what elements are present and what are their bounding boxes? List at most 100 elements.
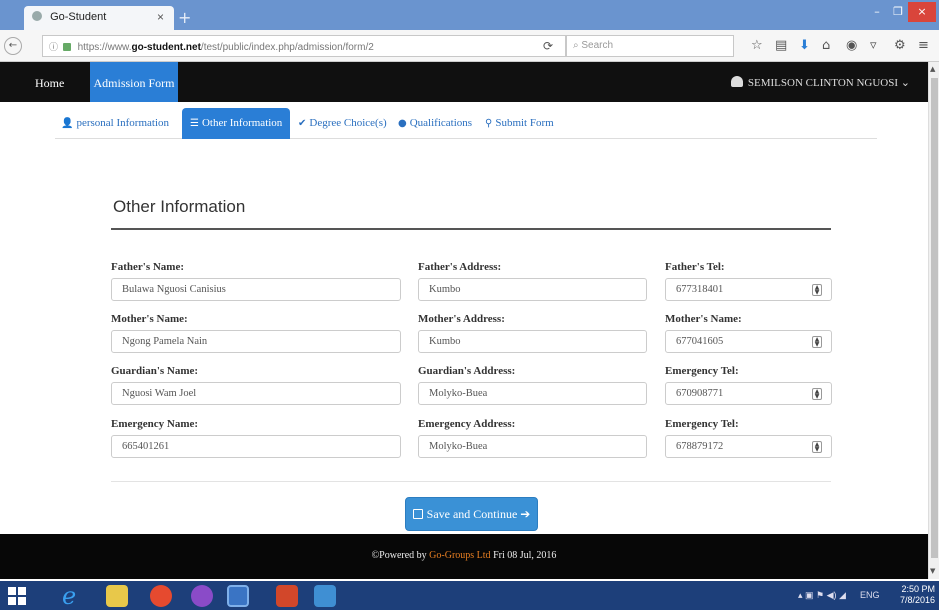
check-icon: ✔	[298, 118, 307, 129]
app-navbar: Home Admission Form SEMILSON CLINTON NGU…	[0, 62, 928, 102]
mothers-tel-input[interactable]: 677041605 ▲ ▼	[665, 330, 832, 353]
scroll-up-icon[interactable]: ▲	[930, 65, 935, 73]
nav-home-link[interactable]: Home	[35, 76, 64, 91]
field-label: Father's Name:	[111, 261, 185, 273]
new-tab-icon[interactable]: +	[178, 8, 191, 27]
windows-taskbar: e ▴ ▣ ⚑ ◀) ◢ ENG 2:50 PM 7/8/2016	[0, 581, 939, 610]
scroll-thumb[interactable]	[931, 78, 938, 558]
browser-titlebar: Go-Student × + – ❐ ×	[0, 0, 939, 30]
pin-icon: ⚲	[485, 118, 493, 129]
tab-label: Submit Form	[495, 117, 554, 129]
url-domain: go-student.net	[131, 42, 201, 53]
form-steps-tabs: 👤 personal Information ☰ Other Information…	[55, 108, 877, 139]
scroll-down-icon[interactable]: ▼	[930, 567, 935, 575]
field-value: Kumbo	[429, 336, 461, 347]
field-value: Ngong Pamela Nain	[122, 336, 208, 347]
home-icon[interactable]: ⌂	[822, 38, 830, 53]
emergency-tel-input[interactable]: 670908771 ▲ ▼	[665, 382, 832, 405]
stepper-icon[interactable]: ▲ ▼	[812, 441, 822, 453]
url-path: /test/public/index.php/admission/form/2	[200, 42, 374, 53]
back-icon[interactable]: ←	[4, 37, 22, 55]
user-icon	[731, 76, 744, 87]
fathers-address-input[interactable]: Kumbo	[418, 278, 647, 301]
reload-icon[interactable]: ⟳	[543, 39, 553, 53]
emergency-tel-2-input[interactable]: 678879172 ▲ ▼	[665, 435, 832, 458]
taskbar-clock[interactable]: 2:50 PM 7/8/2016	[880, 584, 935, 606]
favicon-icon	[32, 11, 42, 21]
stepper-icon[interactable]: ▲ ▼	[812, 284, 822, 296]
window-minimize-button[interactable]: –	[866, 2, 888, 22]
powerpoint-icon[interactable]	[276, 585, 298, 607]
window-close-button[interactable]: ×	[908, 2, 936, 22]
field-value: Kumbo	[429, 284, 461, 295]
tab-label: Qualifications	[409, 117, 473, 129]
fathers-name-input[interactable]: Bulawa Nguosi Canisius	[111, 278, 401, 301]
guardians-name-input[interactable]: Nguosi Wam Joel	[111, 382, 401, 405]
save-and-continue-button[interactable]: Save and Continue ➔	[405, 497, 538, 531]
footer-prefix: ©Powered by	[371, 550, 430, 561]
field-label: Emergency Tel:	[665, 365, 739, 377]
file-explorer-icon[interactable]	[106, 585, 128, 607]
lock-icon	[62, 43, 71, 51]
app-window-icon[interactable]	[314, 585, 336, 607]
page-scrollbar[interactable]: ▲ ▼	[928, 62, 939, 579]
form-title: Other Information	[113, 197, 246, 216]
field-label: Guardian's Address:	[418, 365, 516, 377]
footer-brand-link[interactable]: Go-Groups Ltd	[429, 550, 490, 561]
footer-date: Fri 08 Jul, 2016	[490, 550, 557, 561]
field-label: Emergency Name:	[111, 418, 199, 430]
guardians-address-input[interactable]: Molyko-Buea	[418, 382, 647, 405]
firefox-icon[interactable]	[227, 585, 249, 607]
tab-submit-form[interactable]: ⚲ Submit Form	[485, 108, 554, 139]
stepper-icon[interactable]: ▲ ▼	[812, 336, 822, 348]
list-icon: ☰	[190, 118, 199, 129]
mothers-address-input[interactable]: Kumbo	[418, 330, 647, 353]
tab-other-information[interactable]: ☰ Other Information	[182, 108, 291, 139]
emergency-name-input[interactable]: 665401261	[111, 435, 401, 458]
tab-close-icon[interactable]: ×	[157, 10, 164, 24]
form-divider	[111, 481, 831, 482]
internet-explorer-icon[interactable]: e	[62, 584, 84, 608]
tab-qualifications[interactable]: ● Qualifications	[398, 108, 472, 139]
reading-list-icon[interactable]: ▤	[775, 38, 787, 53]
tab-personal-information[interactable]: 👤 personal Information	[61, 108, 169, 139]
viber-icon[interactable]	[191, 585, 213, 607]
search-input[interactable]: ⌕ Search	[566, 35, 734, 57]
field-label: Father's Address:	[418, 261, 502, 273]
mothers-name-input[interactable]: Ngong Pamela Nain	[111, 330, 401, 353]
fathers-tel-input[interactable]: 677318401 ▲ ▼	[665, 278, 832, 301]
tab-label: Degree Choice(s)	[309, 117, 387, 129]
addon-icon[interactable]: ⚙	[894, 38, 906, 53]
window-maximize-button[interactable]: ❐	[888, 2, 908, 22]
field-value: 677318401	[676, 284, 724, 295]
emergency-address-input[interactable]: Molyko-Buea	[418, 435, 647, 458]
bookmark-star-icon[interactable]: ☆	[751, 38, 763, 53]
save-label: Save and Continue ➔	[426, 507, 531, 521]
tab-label: personal Information	[76, 117, 170, 129]
caret-down-icon: ⌄	[900, 77, 910, 89]
field-label: Emergency Tel:	[665, 418, 739, 430]
user-menu[interactable]: SEMILSON CLINTON NGUOSI ⌄	[731, 76, 910, 89]
menu-icon[interactable]: ≡	[918, 38, 929, 53]
browser-tab[interactable]: Go-Student ×	[24, 6, 174, 30]
pocket-icon[interactable]: ▿	[870, 38, 877, 53]
language-indicator[interactable]: ENG	[860, 590, 880, 600]
url-bar[interactable]: ⓘ https://www.go-student.net/test/public…	[42, 35, 566, 57]
footer: ©Powered by Go-Groups Ltd Fri 08 Jul, 20…	[0, 534, 928, 579]
browser-navbar: ← ⓘ https://www.go-student.net/test/publ…	[0, 30, 939, 62]
search-placeholder: Search	[581, 40, 614, 51]
field-value: Molyko-Buea	[429, 388, 488, 399]
download-icon[interactable]: ⬇	[799, 38, 810, 53]
chrome-icon[interactable]	[150, 585, 172, 607]
field-label: Mother's Name:	[111, 313, 188, 325]
user-icon: 👤	[61, 118, 74, 129]
windows-start-icon[interactable]	[8, 587, 26, 605]
info-icon: ⓘ	[49, 43, 59, 53]
stepper-icon[interactable]: ▲ ▼	[812, 388, 822, 400]
tray-icons[interactable]: ▴ ▣ ⚑ ◀) ◢	[798, 590, 846, 601]
tab-label: Other Information	[201, 117, 283, 129]
nav-admission-form-link[interactable]: Admission Form	[90, 62, 178, 102]
url-prefix: https://www.	[77, 42, 132, 53]
extension-icon[interactable]: ◉	[846, 38, 857, 53]
tab-degree-choices[interactable]: ✔ Degree Choice(s)	[298, 108, 387, 139]
